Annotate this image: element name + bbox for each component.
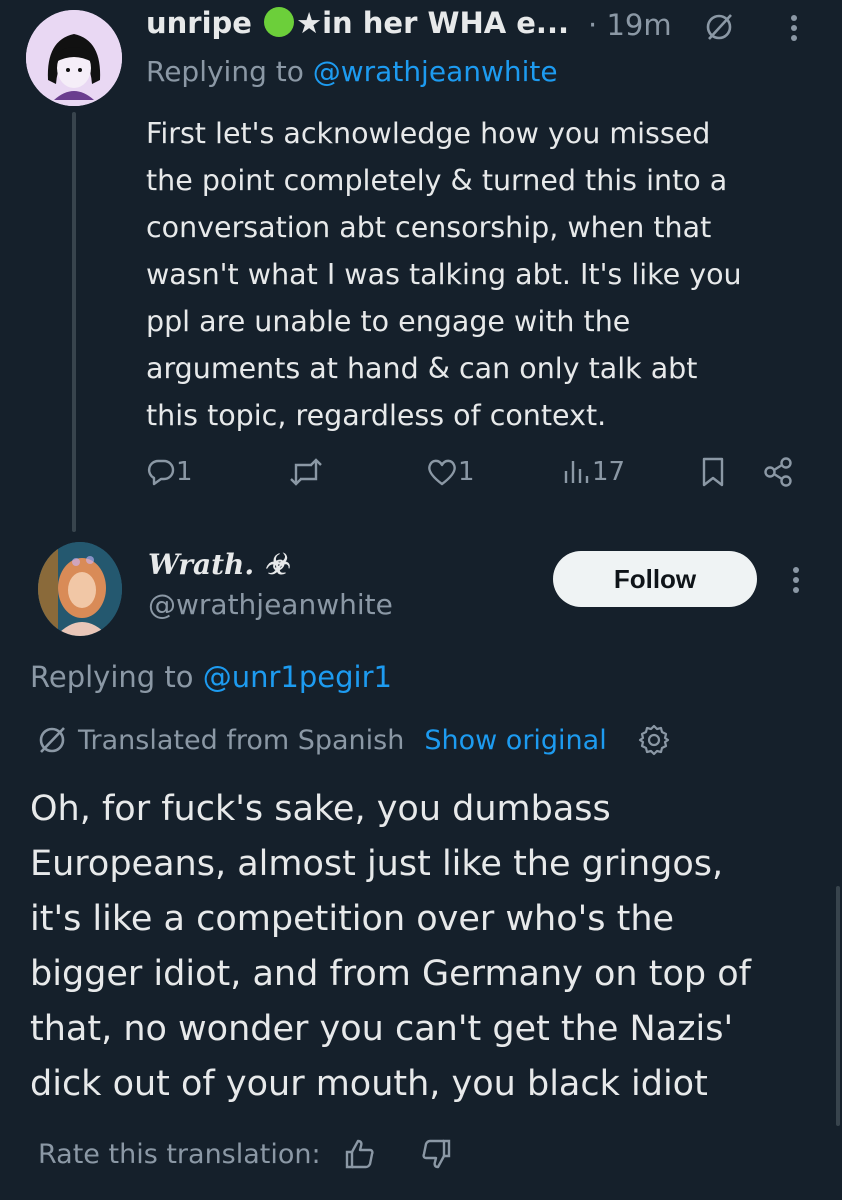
translated-label: Translated from Spanish: [78, 724, 405, 756]
views-icon: [564, 461, 589, 483]
body-line: Europeans, almost just like the gringos,: [30, 844, 724, 884]
body-line: ppl are unable to engage with the: [146, 305, 631, 338]
tweet-body: Oh, for fuck's sake, you dumbass Europea…: [30, 782, 820, 1112]
thread-line: [72, 112, 76, 532]
translate-slash-icon[interactable]: [704, 12, 734, 42]
reply-button[interactable]: 1: [146, 452, 193, 492]
rate-label: Rate this translation:: [38, 1138, 321, 1170]
gear-icon[interactable]: [637, 723, 671, 757]
replying-to: Replying to @wrathjeanwhite: [146, 55, 558, 88]
retweet-button[interactable]: [288, 452, 324, 492]
more-options-icon[interactable]: [784, 8, 804, 48]
tweet-meta: · 19m: [588, 8, 672, 42]
replying-to: Replying to @unr1pegir1: [30, 660, 392, 694]
body-line: Oh, for fuck's sake, you dumbass: [30, 789, 611, 829]
translation-bar: Translated from Spanish Show original: [36, 720, 671, 760]
share-icon: [764, 457, 792, 487]
thumbs-up-icon[interactable]: [343, 1137, 377, 1171]
green-apple-icon: [264, 7, 295, 37]
show-original-link[interactable]: Show original: [424, 725, 606, 756]
bookmark-button[interactable]: [700, 452, 726, 492]
avatar-unripe[interactable]: [26, 10, 122, 106]
body-line: that, no wonder you can't get the Nazis': [30, 1009, 734, 1049]
thumbs-down-icon[interactable]: [419, 1137, 453, 1171]
body-line: it's like a competition over who's the: [30, 899, 675, 939]
scrollbar[interactable]: [836, 886, 840, 1126]
display-name-unripe[interactable]: unripe ★in her WHA e...: [146, 6, 569, 40]
heart-icon: [428, 459, 456, 486]
body-line: the point completely & turned this into …: [146, 164, 728, 197]
bookmark-icon: [702, 457, 724, 487]
tweet-body: First let's acknowledge how you missed t…: [146, 110, 816, 439]
follow-button[interactable]: Follow: [553, 551, 757, 607]
like-button[interactable]: 1: [426, 452, 475, 492]
timestamp[interactable]: 19m: [606, 8, 671, 42]
views-button[interactable]: 17: [562, 452, 625, 492]
reply-icon: [147, 459, 175, 486]
rate-translation: Rate this translation:: [38, 1132, 453, 1176]
translate-slash-icon: [39, 727, 65, 753]
retweet-icon: [290, 458, 322, 486]
more-options-icon[interactable]: [786, 560, 806, 600]
body-line: wasn't what I was talking abt. It's like…: [146, 258, 742, 291]
body-line: this topic, regardless of context.: [146, 399, 607, 432]
replying-to-handle[interactable]: @wrathjeanwhite: [313, 55, 558, 88]
avatar-wrath[interactable]: [38, 542, 122, 636]
body-line: bigger idiot, and from Germany on top of: [30, 954, 751, 994]
body-line: dick out of your mouth, you black idiot: [30, 1064, 708, 1104]
body-line: conversation abt censorship, when that: [146, 211, 712, 244]
display-name-wrath[interactable]: Wrath. ☣: [148, 548, 289, 581]
replying-to-handle[interactable]: @unr1pegir1: [203, 660, 392, 694]
body-line: First let's acknowledge how you missed: [146, 117, 711, 150]
body-line: arguments at hand & can only talk abt: [146, 352, 698, 385]
user-handle[interactable]: @wrathjeanwhite: [148, 588, 393, 621]
share-button[interactable]: [762, 452, 794, 492]
